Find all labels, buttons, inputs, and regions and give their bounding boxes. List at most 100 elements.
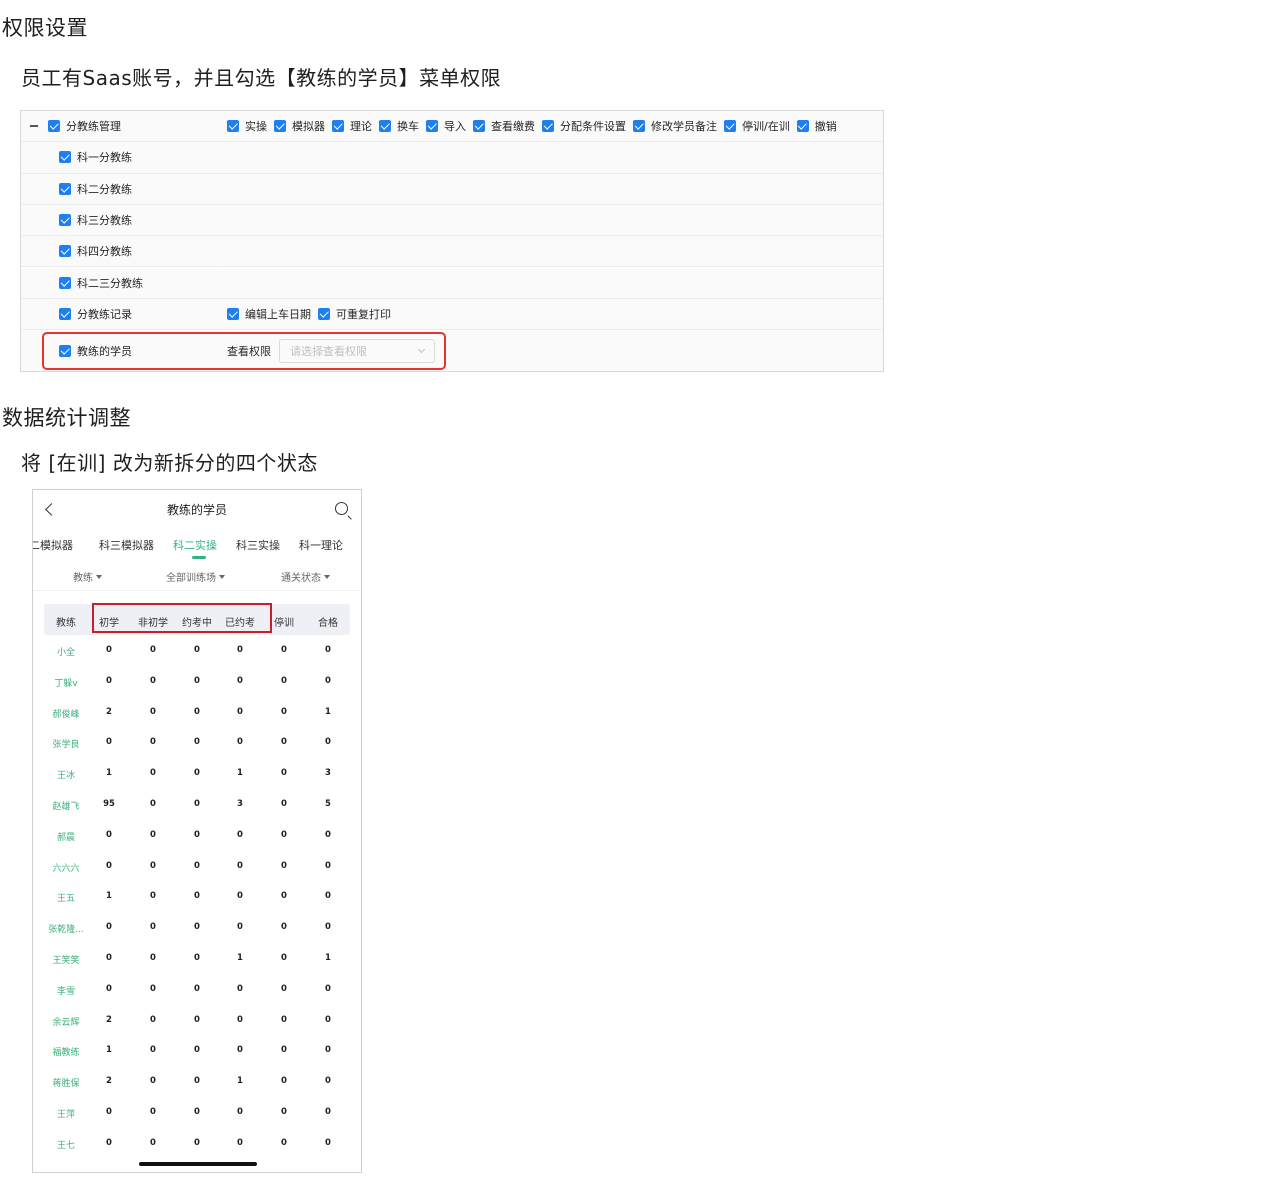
table-row[interactable]: 王冰 1 0 0 1 0 3 (33, 758, 361, 789)
table-row[interactable]: 李雪 0 0 0 0 0 0 (33, 974, 361, 1005)
table-row[interactable]: 福教练 1 0 0 0 0 0 (33, 1035, 361, 1066)
count-cell: 0 (150, 891, 156, 902)
checkbox-checked-icon[interactable] (59, 307, 71, 320)
table-body: 小全 0 0 0 0 0 0 丁躲v 0 0 0 0 0 0 郝俊峰 2 0 0 0 0 1 张学良 0 0 0 0 0 0 王冰 1 0 0… (33, 635, 361, 1159)
checkbox-checked-icon[interactable] (473, 120, 485, 133)
count-cell: 0 (194, 1014, 200, 1025)
checkbox-checked-icon[interactable] (227, 120, 239, 133)
permission-option[interactable]: 停训/在训 (724, 118, 790, 134)
table-row[interactable]: 蒋胜保 2 0 0 1 0 0 (33, 1066, 361, 1097)
permission-option[interactable]: 查看缴费 (473, 118, 535, 134)
coach-name: 王七 (56, 1140, 76, 1151)
checkbox-checked-icon[interactable] (59, 151, 71, 164)
permission-option[interactable]: 分配条件设置 (542, 118, 626, 134)
count-cell: 0 (106, 860, 112, 871)
filter-bar: 教练 全部训练场 通关状态 (33, 569, 361, 587)
coach-name: 王萍 (56, 1109, 76, 1120)
permission-label-cell: 分教练管理 (30, 111, 121, 141)
count-cell: 1 (325, 952, 331, 963)
filter-dropdown[interactable]: 全部训练场 (166, 569, 225, 584)
filter-dropdown[interactable]: 教练 (73, 569, 102, 584)
filter-dropdown[interactable]: 通关状态 (281, 569, 330, 584)
count-cell: 0 (281, 860, 287, 871)
coach-name: 王笑笑 (52, 955, 80, 966)
permission-options: 编辑上车日期 可重复打印 (227, 299, 398, 329)
table-row[interactable]: 六六六 0 0 0 0 0 0 (33, 851, 361, 882)
table-row[interactable]: 余云辉 2 0 0 0 0 0 (33, 1005, 361, 1036)
permission-row: 分教练记录 编辑上车日期 可重复打印 (21, 298, 883, 331)
table-row[interactable]: 王萍 0 0 0 0 0 0 (33, 1097, 361, 1128)
coach-name: 蒋胜保 (52, 1079, 80, 1090)
table-row[interactable]: 小全 0 0 0 0 0 0 (33, 635, 361, 666)
checkbox-checked-icon[interactable] (48, 120, 60, 133)
tab-3[interactable]: 科三实操 (236, 537, 280, 553)
count-cell: 0 (106, 645, 112, 655)
checkbox-checked-icon[interactable] (59, 276, 71, 289)
subject-tabs: 二模拟器 科三模拟器 科二实操 科三实操 科一理论 (33, 535, 361, 561)
checkbox-checked-icon[interactable] (332, 120, 344, 133)
collapse-icon[interactable] (30, 125, 38, 127)
checkbox-checked-icon[interactable] (274, 120, 286, 133)
tab-4[interactable]: 科一理论 (299, 537, 343, 553)
table-row[interactable]: 王五 1 0 0 0 0 0 (33, 881, 361, 912)
table-row[interactable]: 郝俊峰 2 0 0 0 0 1 (33, 697, 361, 728)
checkbox-checked-icon[interactable] (426, 120, 438, 133)
permission-label-cell: 科二分教练 (59, 174, 132, 204)
tab-1[interactable]: 科三模拟器 (99, 537, 154, 553)
caret-down-icon (324, 574, 330, 579)
count-cell: 95 (103, 798, 115, 809)
highlight-box (92, 603, 272, 633)
permission-option[interactable]: 换车 (379, 118, 419, 134)
search-icon[interactable] (335, 502, 348, 515)
option-label: 理论 (350, 120, 372, 134)
tab-0[interactable]: 二模拟器 (33, 537, 73, 553)
count-cell: 0 (237, 1014, 243, 1025)
permission-option[interactable]: 可重复打印 (318, 306, 391, 322)
permission-option[interactable]: 模拟器 (274, 118, 325, 134)
count-cell: 0 (194, 798, 200, 809)
column-header: 停训 (274, 618, 294, 629)
checkbox-checked-icon[interactable] (59, 182, 71, 195)
table-row[interactable]: 郝晨 0 0 0 0 0 0 (33, 820, 361, 851)
table-row[interactable]: 王七 0 0 0 0 0 0 (33, 1128, 361, 1159)
checkbox-checked-icon[interactable] (227, 307, 239, 320)
permission-option[interactable]: 编辑上车日期 (227, 306, 311, 322)
count-cell: 1 (106, 768, 112, 779)
table-row[interactable]: 王笑笑 0 0 0 1 0 1 (33, 943, 361, 974)
table-row[interactable]: 张学良 0 0 0 0 0 0 (33, 727, 361, 758)
filter-label: 教练 (73, 573, 93, 584)
permission-option[interactable]: 修改学员备注 (633, 118, 717, 134)
divider (33, 590, 361, 591)
option-label: 撤销 (814, 120, 837, 134)
count-cell: 0 (194, 706, 200, 717)
tab-2[interactable]: 科二实操 (173, 537, 217, 553)
permission-option[interactable]: 理论 (332, 118, 372, 134)
permission-option[interactable]: 实操 (227, 118, 267, 134)
permission-option[interactable]: 撤销 (796, 118, 837, 134)
count-cell: 0 (237, 1137, 243, 1148)
count-cell: 1 (237, 952, 243, 963)
count-cell: 0 (281, 1014, 287, 1025)
count-cell: 0 (325, 983, 331, 994)
table-row[interactable]: 赵雄飞 95 0 0 3 0 5 (33, 789, 361, 820)
nav-title: 教练的学员 (166, 503, 227, 517)
checkbox-checked-icon[interactable] (796, 120, 809, 133)
permission-option[interactable]: 导入 (426, 118, 466, 134)
count-cell: 5 (325, 798, 331, 809)
checkbox-checked-icon[interactable] (633, 120, 645, 133)
checkbox-checked-icon[interactable] (724, 120, 736, 133)
count-cell: 0 (325, 1014, 331, 1025)
option-label: 可重复打印 (336, 307, 391, 321)
checkbox-checked-icon[interactable] (542, 120, 554, 133)
count-cell: 0 (281, 922, 287, 933)
count-cell: 0 (106, 829, 112, 840)
checkbox-checked-icon[interactable] (59, 245, 71, 258)
checkbox-checked-icon[interactable] (379, 120, 391, 133)
table-row[interactable]: 丁躲v 0 0 0 0 0 0 (33, 666, 361, 697)
checkbox-checked-icon[interactable] (59, 214, 71, 227)
table-row[interactable]: 张乾隆... 0 0 0 0 0 0 (33, 912, 361, 943)
count-cell: 0 (281, 829, 287, 840)
option-label: 导入 (444, 120, 466, 134)
count-cell: 0 (325, 675, 331, 686)
checkbox-checked-icon[interactable] (318, 307, 330, 320)
